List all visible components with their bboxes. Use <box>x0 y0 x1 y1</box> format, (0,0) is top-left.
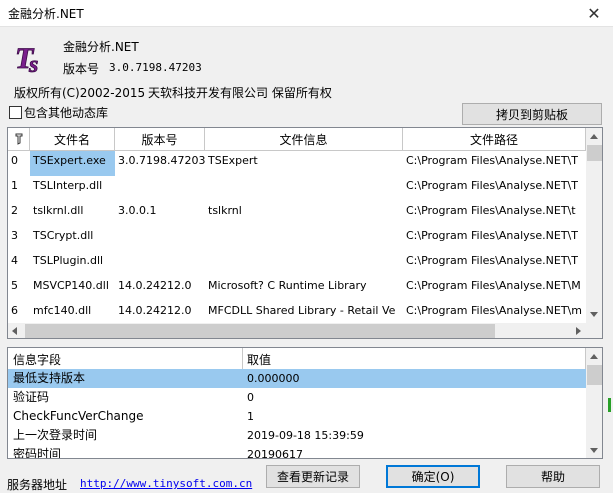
table-row[interactable]: 5 MSVCP140.dll 14.0.24212.0 Microsoft? C Ru… <box>8 276 586 301</box>
files-header-corner <box>8 128 30 151</box>
copy-to-clipboard-button[interactable]: 拷贝到剪贴板 <box>462 103 602 125</box>
file-cell-index: 2 <box>11 204 18 217</box>
file-cell-index: 1 <box>11 179 18 192</box>
scrollbar-corner <box>586 323 602 338</box>
info-cell-field: 最低支持版本 <box>13 371 86 385</box>
info-vscroll-thumb[interactable] <box>587 365 602 385</box>
title-bar: 金融分析.NET ✕ <box>0 0 613 27</box>
file-cell-index: 3 <box>11 229 18 242</box>
window-title: 金融分析.NET <box>8 7 84 21</box>
file-cell-index: 5 <box>11 279 18 292</box>
files-vertical-scrollbar[interactable] <box>586 128 602 323</box>
scroll-right-icon[interactable] <box>576 327 581 335</box>
table-row[interactable]: 3 TSCrypt.dll C:\Program Files\Analyse.NET… <box>8 226 586 251</box>
info-cell-value: 20190617 <box>247 448 303 459</box>
help-button[interactable]: 帮助 <box>506 465 600 488</box>
file-cell-info: tslkrnl <box>208 204 242 217</box>
app-logo-icon: T s <box>14 38 48 76</box>
info-cell-value: 2019-09-18 15:39:59 <box>247 429 364 442</box>
file-cell-info <box>205 251 403 276</box>
info-table: 信息字段 取值 最低支持版本 0.000000 验证码 0 CheckFuncVerCh… <box>7 347 603 459</box>
file-cell-version: 3.0.7198.47203 <box>118 154 205 167</box>
file-cell-version <box>115 176 205 201</box>
info-cell-value: 0.000000 <box>247 372 300 385</box>
file-cell-version <box>115 226 205 251</box>
info-cell-field: 密码时间 <box>13 447 62 459</box>
version-label: 版本号 <box>63 62 100 76</box>
files-table: 文件名 版本号 文件信息 文件路径 0 TSExpert.exe 3.0.7198.… <box>7 127 603 339</box>
info-header-value[interactable]: 取值 <box>243 348 586 371</box>
scroll-left-icon[interactable] <box>12 327 17 335</box>
file-cell-info <box>205 226 403 251</box>
file-cell-index: 4 <box>11 254 18 267</box>
files-header-path[interactable]: 文件路径 <box>403 128 586 151</box>
file-cell-path: C:\Program Files\Analyse.NET\M <box>406 279 581 292</box>
file-cell-version: 14.0.24212.0 <box>118 279 192 292</box>
info-vertical-scrollbar[interactable] <box>586 348 602 458</box>
file-cell-version: 3.0.0.1 <box>118 204 157 217</box>
ok-button[interactable]: 确定(O) <box>386 465 480 488</box>
copyright-text: 版权所有(C)2002-2015 <box>14 86 146 100</box>
server-url-link[interactable]: http://www.tinysoft.com.cn <box>80 477 252 490</box>
info-cell-value: 1 <box>247 410 254 423</box>
file-cell-info: Microsoft? C Runtime Library <box>208 279 367 292</box>
file-cell-path: C:\Program Files\Analyse.NET\T <box>406 229 578 242</box>
scroll-down-icon[interactable] <box>590 312 598 317</box>
close-icon[interactable]: ✕ <box>577 1 611 25</box>
view-changelog-button[interactable]: 查看更新记录 <box>266 465 360 488</box>
scroll-up-icon[interactable] <box>590 134 598 139</box>
file-cell-info: TSExpert <box>208 154 258 167</box>
svg-text:s: s <box>28 52 38 76</box>
table-row[interactable]: 1 TSLInterp.dll C:\Program Files\Analyse.N… <box>8 176 586 201</box>
list-item[interactable]: 上一次登录时间 2019-09-18 15:39:59 <box>8 426 586 445</box>
info-cell-value: 0 <box>247 391 254 404</box>
file-cell-name: tslkrnl.dll <box>33 204 84 217</box>
version-value: 3.0.7198.47203 <box>109 61 202 74</box>
list-item[interactable]: CheckFuncVerChange 1 <box>8 407 586 426</box>
app-name: 金融分析.NET <box>63 40 139 54</box>
file-cell-name: MSVCP140.dll <box>33 279 109 292</box>
files-header-name[interactable]: 文件名 <box>30 128 115 151</box>
files-header-info[interactable]: 文件信息 <box>205 128 403 151</box>
info-header-field[interactable]: 信息字段 <box>8 348 243 371</box>
file-cell-name: TSLPlugin.dll <box>33 254 104 267</box>
list-item[interactable]: 验证码 0 <box>8 388 586 407</box>
info-cell-field: CheckFuncVerChange <box>13 409 144 423</box>
table-row[interactable]: 0 TSExpert.exe 3.0.7198.47203 TSExpert C:\Pr… <box>8 151 586 176</box>
file-cell-name: TSCrypt.dll <box>33 229 94 242</box>
file-cell-name: TSLInterp.dll <box>33 179 103 192</box>
file-cell-path: C:\Program Files\Analyse.NET\T <box>406 154 578 167</box>
pencil-icon <box>15 133 22 145</box>
info-cell-field: 上一次登录时间 <box>13 428 98 442</box>
list-item[interactable]: 最低支持版本 0.000000 <box>8 369 586 388</box>
file-cell-path: C:\Program Files\Analyse.NET\T <box>406 179 578 192</box>
info-scroll-down-icon[interactable] <box>590 448 598 453</box>
files-vscroll-thumb[interactable] <box>587 145 602 161</box>
edge-indicator <box>608 398 611 412</box>
files-hscroll-thumb[interactable] <box>25 324 495 338</box>
file-cell-version <box>115 251 205 276</box>
info-scroll-up-icon[interactable] <box>590 354 598 359</box>
file-cell-path: C:\Program Files\Analyse.NET\T <box>406 254 578 267</box>
table-row[interactable]: 2 tslkrnl.dll 3.0.0.1 tslkrnl C:\Program Fil… <box>8 201 586 226</box>
files-header-version[interactable]: 版本号 <box>115 128 205 151</box>
server-address-label: 服务器地址 <box>7 478 68 492</box>
include-dynamic-libs-checkbox[interactable] <box>9 106 22 119</box>
file-cell-info <box>205 176 403 201</box>
file-cell-path: C:\Program Files\Analyse.NET\t <box>406 204 576 217</box>
file-cell-index: 0 <box>11 154 18 167</box>
files-horizontal-scrollbar[interactable] <box>8 323 586 338</box>
list-item[interactable]: 密码时间 20190617 <box>8 445 586 459</box>
company-text: 天软科技开发有限公司 保留所有权 <box>148 86 332 100</box>
file-cell-name: TSExpert.exe <box>30 151 115 176</box>
include-dynamic-libs-label: 包含其他动态库 <box>24 106 109 120</box>
table-row[interactable]: 4 TSLPlugin.dll C:\Program Files\Analyse.N… <box>8 251 586 276</box>
info-cell-field: 验证码 <box>13 390 50 404</box>
